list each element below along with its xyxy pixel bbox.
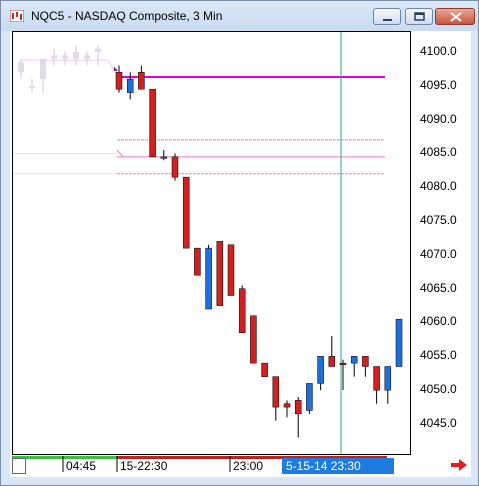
candle-body — [149, 88, 156, 158]
maximize-button[interactable] — [405, 8, 433, 25]
candle-body — [261, 362, 268, 377]
candle-body — [272, 376, 280, 408]
candle-body — [294, 400, 302, 415]
price-label: 4100.0 — [420, 44, 457, 58]
price-label: 4080.0 — [420, 179, 457, 194]
candle-body — [216, 241, 224, 306]
price-label: 4055.0 — [420, 348, 457, 363]
faint-candle — [84, 55, 90, 59]
chart-app-icon — [10, 10, 24, 22]
candle-body — [160, 156, 168, 159]
candle-body — [182, 176, 190, 249]
time-label-1: 04:45 — [66, 459, 97, 473]
faint-level-line — [107, 59, 118, 76]
candle-body — [126, 78, 134, 93]
faint-candle — [95, 48, 101, 52]
scroll-right-arrow-icon[interactable] — [450, 458, 468, 472]
price-label: 4060.0 — [420, 314, 457, 329]
window-title: NQC5 - NASDAQ Composite, 3 Min — [31, 9, 223, 23]
candle-body — [306, 383, 313, 411]
candle-body — [395, 318, 403, 367]
price-label: 4065.0 — [420, 280, 457, 295]
candle-body — [205, 247, 212, 310]
price-label: 4095.0 — [420, 77, 457, 92]
candle-body — [317, 356, 324, 384]
close-button[interactable] — [435, 8, 475, 25]
title-bar[interactable]: NQC5 - NASDAQ Composite, 3 Min — [1, 1, 478, 31]
cursor-time-label: 5-15-14 23:30 — [282, 458, 394, 474]
price-label: 4090.0 — [420, 111, 457, 126]
price-label: 4085.0 — [420, 145, 457, 160]
pink-level-line — [116, 149, 124, 158]
scroll-handle[interactable] — [12, 458, 26, 474]
candle-body — [283, 403, 291, 408]
minimize-icon — [383, 19, 392, 21]
faint-candle — [62, 55, 68, 59]
candle-body — [115, 72, 123, 90]
maximize-icon — [414, 12, 425, 21]
candle-body — [250, 315, 257, 364]
faint-candle — [40, 58, 46, 80]
faint-candle — [18, 62, 24, 73]
candle-body — [194, 247, 201, 276]
candle-body — [373, 366, 380, 391]
close-icon — [450, 12, 462, 22]
candlestick-chart — [13, 32, 403, 454]
candle-body — [339, 362, 347, 365]
faint-candle — [73, 52, 79, 59]
candle-body — [384, 366, 392, 391]
minimize-button[interactable] — [373, 8, 401, 25]
price-label: 4050.0 — [420, 382, 457, 396]
faint-candle — [29, 85, 35, 88]
candle-body — [238, 288, 246, 333]
faint-candle — [51, 55, 57, 59]
entry-arrow-icon — [114, 66, 118, 71]
time-label-3: 23:00 — [233, 459, 264, 473]
candle-body — [350, 356, 358, 364]
candle-body — [138, 72, 145, 90]
price-plot[interactable] — [12, 31, 411, 455]
price-label: 4045.0 — [420, 415, 457, 430]
time-label-2: 15-22:30 — [120, 459, 168, 473]
candle-body — [171, 156, 179, 178]
price-label: 4075.0 — [420, 213, 457, 227]
candle-body — [328, 356, 336, 367]
candle-body — [227, 244, 235, 296]
candle-body — [362, 356, 369, 367]
price-label: 4070.0 — [420, 246, 457, 261]
